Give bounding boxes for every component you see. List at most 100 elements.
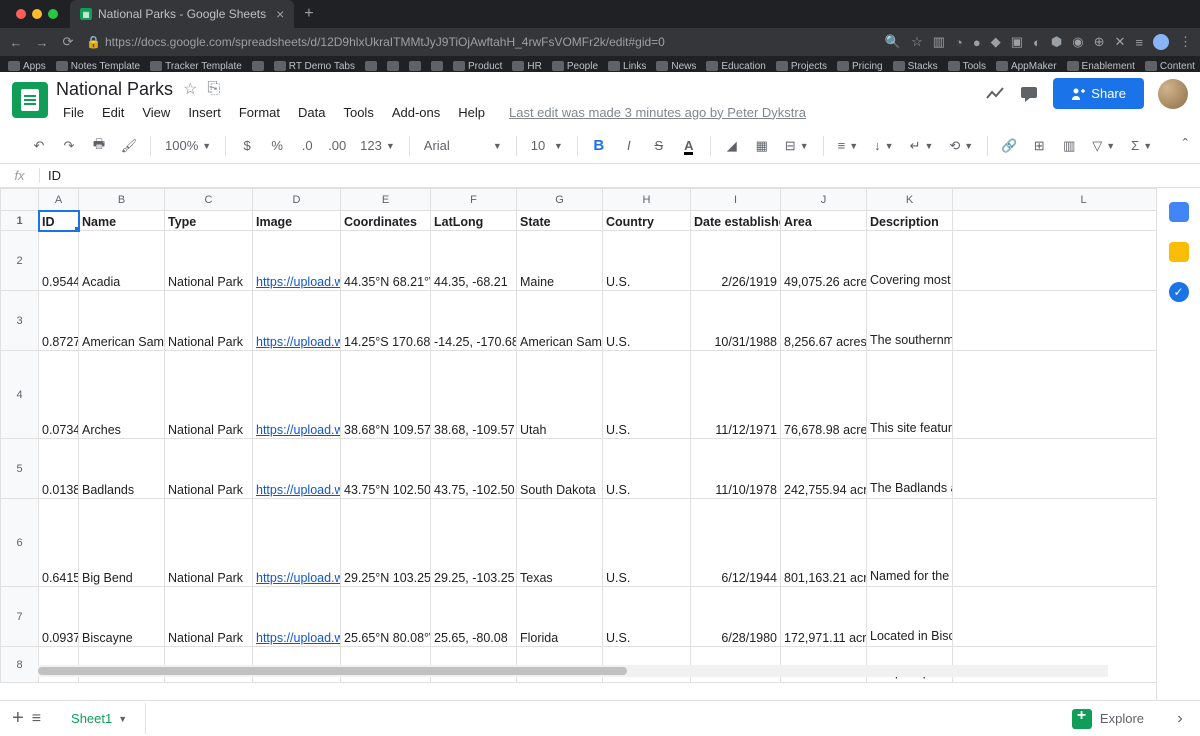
ext-icon[interactable]: ⊕ bbox=[1094, 34, 1105, 50]
profile-icon[interactable] bbox=[1153, 34, 1169, 50]
cell[interactable]: Arches bbox=[79, 351, 165, 439]
cell[interactable]: Big Bend bbox=[79, 499, 165, 587]
bookmark-item[interactable]: RT Demo Tabs bbox=[274, 61, 355, 72]
cell[interactable]: 38.68, -109.57 bbox=[431, 351, 517, 439]
bookmark-item[interactable]: Enablement bbox=[1067, 61, 1135, 72]
horizontal-scrollbar[interactable] bbox=[38, 665, 1108, 677]
close-window-icon[interactable] bbox=[16, 9, 26, 19]
cell[interactable]: 44.35, -68.21 bbox=[431, 231, 517, 291]
bookmark-item[interactable]: Content bbox=[1145, 61, 1195, 72]
cell[interactable]: Description bbox=[867, 211, 953, 231]
cell[interactable]: Florida bbox=[517, 587, 603, 647]
wrap-button[interactable]: ↵▼ bbox=[904, 138, 940, 154]
close-tab-icon[interactable]: × bbox=[276, 6, 284, 22]
address-bar[interactable]: 🔒https://docs.google.com/spreadsheets/d/… bbox=[86, 35, 875, 49]
bookmark-item[interactable]: Stacks bbox=[893, 61, 938, 72]
bookmark-item[interactable]: Apps bbox=[8, 61, 46, 72]
col-header[interactable]: E bbox=[341, 189, 431, 211]
bookmark-item[interactable]: News bbox=[656, 61, 696, 72]
star-icon[interactable]: ☆ bbox=[183, 79, 197, 99]
bookmark-item[interactable]: Tools bbox=[948, 61, 986, 72]
bold-button[interactable]: B bbox=[586, 133, 612, 159]
menu-edit[interactable]: Edit bbox=[95, 103, 131, 122]
menu-tools[interactable]: Tools bbox=[336, 103, 380, 122]
col-header[interactable]: G bbox=[517, 189, 603, 211]
document-title[interactable]: National Parks bbox=[56, 79, 173, 100]
bookmark-item[interactable]: Pricing bbox=[837, 61, 883, 72]
cell[interactable]: 29.25°N 103.25°W bbox=[341, 499, 431, 587]
comments-icon[interactable] bbox=[1019, 84, 1039, 104]
reload-button[interactable]: ⟳ bbox=[60, 34, 76, 50]
col-header[interactable]: C bbox=[165, 189, 253, 211]
cell[interactable]: South Dakota bbox=[517, 439, 603, 499]
row-header[interactable]: 4 bbox=[1, 351, 39, 439]
cell[interactable]: 0.0937 bbox=[39, 587, 79, 647]
share-button[interactable]: Share bbox=[1053, 78, 1144, 109]
paint-format-button[interactable]: 🖌 bbox=[116, 133, 142, 159]
comment-button[interactable]: ⊞ bbox=[1026, 133, 1052, 159]
bookmark-item[interactable]: Projects bbox=[776, 61, 827, 72]
more-formats-select[interactable]: 123▼ bbox=[354, 138, 401, 153]
menu-file[interactable]: File bbox=[56, 103, 91, 122]
cell[interactable]: 49,075.26 acres bbox=[781, 231, 867, 291]
explore-button[interactable]: Explore bbox=[1056, 709, 1160, 729]
cell[interactable]: National Park bbox=[165, 291, 253, 351]
sheet-tab[interactable]: Sheet1▼ bbox=[53, 703, 146, 734]
cell[interactable]: American Samoa bbox=[517, 291, 603, 351]
row-header[interactable]: 6 bbox=[1, 499, 39, 587]
account-avatar[interactable] bbox=[1158, 79, 1188, 109]
cell[interactable]: Utah bbox=[517, 351, 603, 439]
currency-button[interactable]: $ bbox=[234, 133, 260, 159]
cell[interactable]: Image bbox=[253, 211, 341, 231]
cell[interactable]: 43.75, -102.50 bbox=[431, 439, 517, 499]
menu-icon[interactable]: ⋮ bbox=[1179, 34, 1192, 50]
row-header[interactable]: 2 bbox=[1, 231, 39, 291]
bookmark-item[interactable] bbox=[252, 61, 264, 71]
ext-icon[interactable]: ◆ bbox=[991, 34, 1001, 50]
cell[interactable]: 0.0734 bbox=[39, 351, 79, 439]
bookmark-item[interactable]: Education bbox=[706, 61, 765, 72]
maximize-window-icon[interactable] bbox=[48, 9, 58, 19]
cell[interactable]: Biscayne bbox=[79, 587, 165, 647]
cell[interactable]: The southernmost national park is on thr… bbox=[867, 291, 953, 351]
cell[interactable]: -14.25, -170.68 bbox=[431, 291, 517, 351]
borders-button[interactable]: ▦ bbox=[749, 133, 775, 159]
cell[interactable]: 8,256.67 acres ( bbox=[781, 291, 867, 351]
col-header[interactable]: A bbox=[39, 189, 79, 211]
cell[interactable]: U.S. bbox=[603, 439, 691, 499]
cell[interactable] bbox=[953, 587, 1157, 647]
cell[interactable]: https://upload.wi bbox=[253, 231, 341, 291]
italic-button[interactable]: I bbox=[616, 133, 642, 159]
ext-icon[interactable]: ⬢ bbox=[1051, 34, 1062, 50]
ext-icon[interactable]: ≡ bbox=[1135, 35, 1143, 50]
cell[interactable]: https://upload.wi bbox=[253, 439, 341, 499]
ext-icon[interactable]: ◔ bbox=[955, 35, 963, 50]
cell[interactable]: 0.6415 bbox=[39, 499, 79, 587]
strike-button[interactable]: S bbox=[646, 133, 672, 159]
row-header[interactable]: 3 bbox=[1, 291, 39, 351]
cell[interactable] bbox=[953, 499, 1157, 587]
cell[interactable]: 11/12/1971 bbox=[691, 351, 781, 439]
cell[interactable]: American Samoa bbox=[79, 291, 165, 351]
cell[interactable]: Area bbox=[781, 211, 867, 231]
col-header[interactable]: B bbox=[79, 189, 165, 211]
cell[interactable]: 0.0138 bbox=[39, 439, 79, 499]
functions-button[interactable]: Σ▼ bbox=[1125, 138, 1158, 153]
bookmark-item[interactable] bbox=[431, 61, 443, 71]
cell[interactable] bbox=[953, 351, 1157, 439]
cell[interactable]: 25.65°N 80.08°W bbox=[341, 587, 431, 647]
cell[interactable]: 0.9544 bbox=[39, 231, 79, 291]
cell[interactable]: Type bbox=[165, 211, 253, 231]
cell[interactable]: 172,971.11 acres bbox=[781, 587, 867, 647]
bookmark-item[interactable]: People bbox=[552, 61, 598, 72]
cell[interactable]: 0.8727 bbox=[39, 291, 79, 351]
bookmark-item[interactable]: Links bbox=[608, 61, 646, 72]
cell[interactable]: National Park bbox=[165, 439, 253, 499]
cell[interactable]: National Park bbox=[165, 351, 253, 439]
activity-icon[interactable] bbox=[985, 84, 1005, 104]
cell[interactable]: U.S. bbox=[603, 291, 691, 351]
col-header[interactable]: K bbox=[867, 189, 953, 211]
cell[interactable]: https://upload.wi bbox=[253, 587, 341, 647]
col-header[interactable]: I bbox=[691, 189, 781, 211]
zoom-select[interactable]: 100%▼ bbox=[159, 138, 217, 153]
